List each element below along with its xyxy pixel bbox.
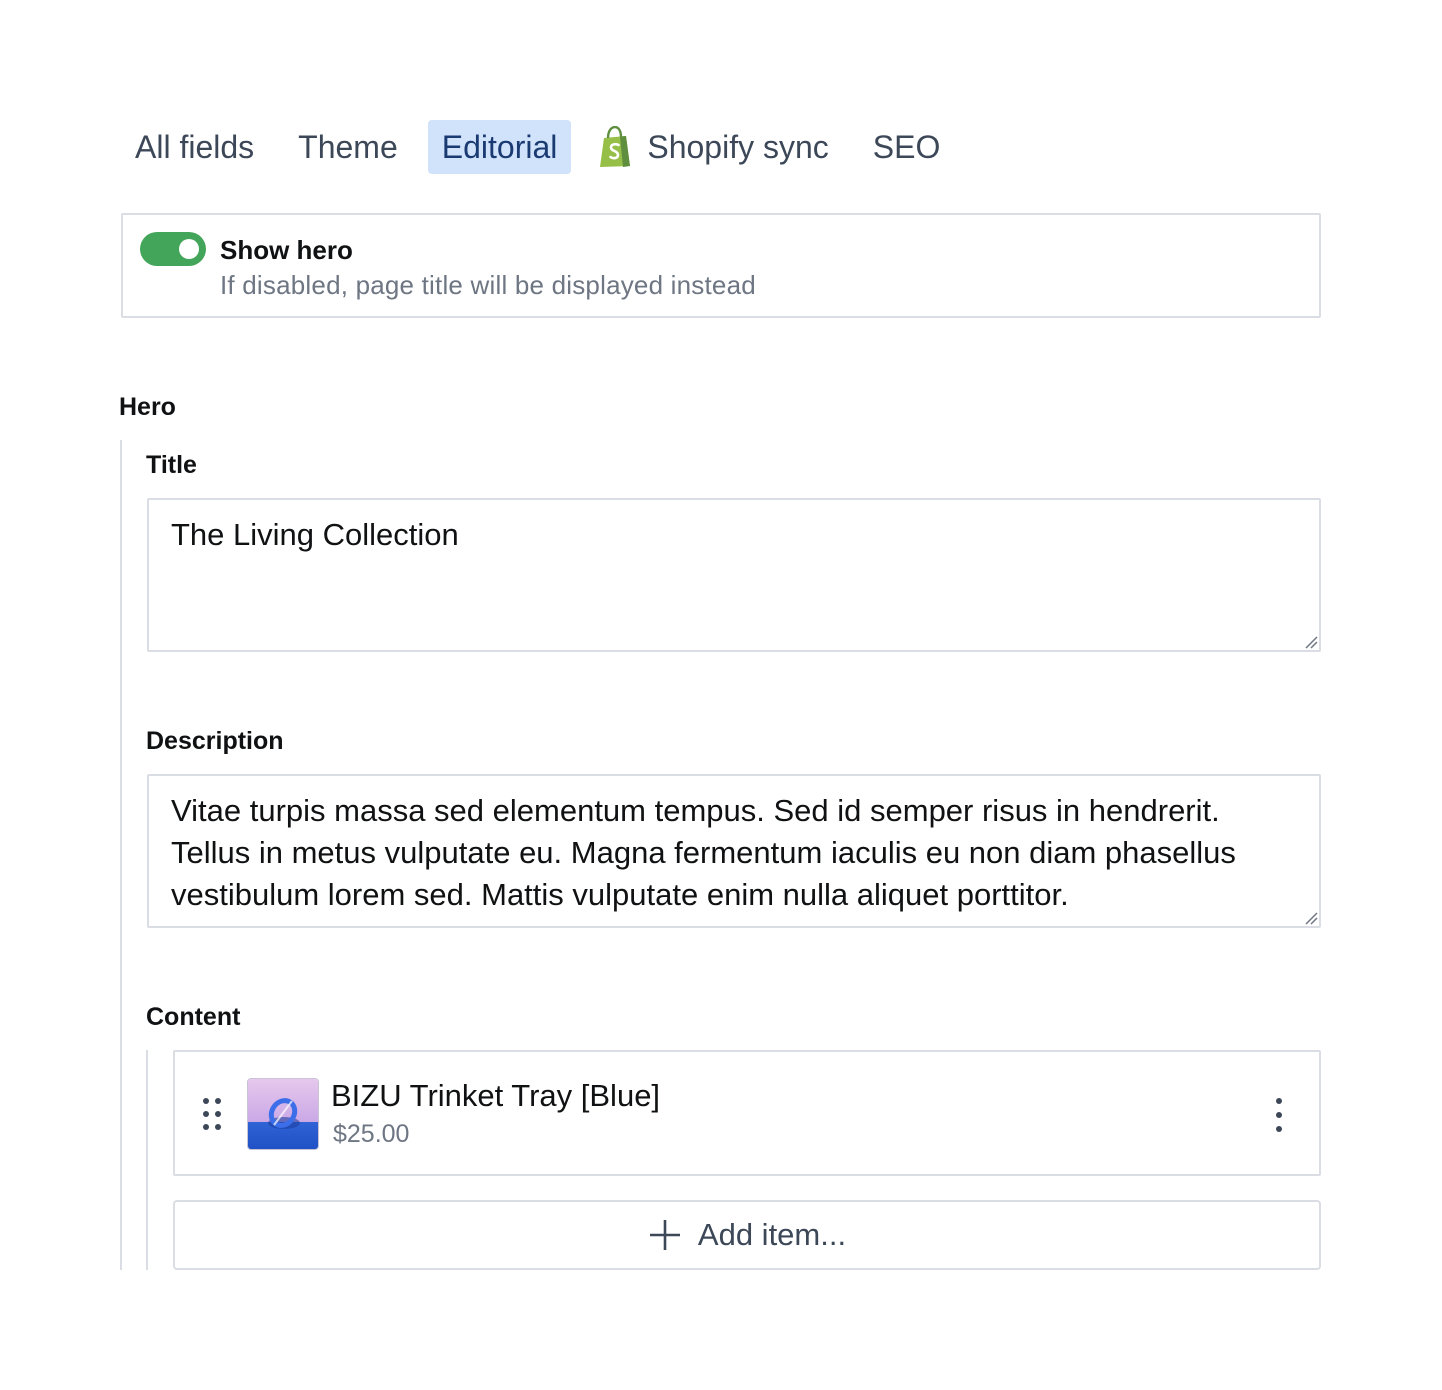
title-label: Title [146,451,197,479]
description-label: Description [146,727,284,755]
description-textarea[interactable]: Vitae turpis massa sed elementum tempus.… [147,774,1321,928]
product-thumbnail [247,1078,319,1150]
more-options-icon[interactable] [1269,1096,1289,1134]
drag-handle-icon[interactable] [201,1096,223,1132]
tab-bar: All fields Theme Editorial Shopify sync … [121,120,970,174]
tab-label: All fields [135,128,255,165]
tab-label: Editorial [441,128,558,165]
item-price: $25.00 [333,1120,410,1148]
tab-label: Theme [298,128,398,165]
description-value: Vitae turpis massa sed elementum tempus.… [171,793,1236,912]
add-item-button[interactable]: Add item... [173,1200,1321,1270]
toggle-knob [179,239,199,259]
tab-all-fields[interactable]: All fields [121,120,268,174]
tab-label: Shopify sync [647,128,829,165]
item-title: BIZU Trinket Tray [Blue] [331,1078,661,1113]
show-hero-description: If disabled, page title will be displaye… [220,270,756,300]
hero-section-label: Hero [119,393,176,421]
resize-grip-icon[interactable] [1304,635,1318,649]
shopify-bag-icon [597,126,633,168]
content-label: Content [146,1003,241,1031]
tab-label: SEO [872,128,941,165]
content-item[interactable]: BIZU Trinket Tray [Blue] $25.00 [173,1050,1321,1176]
hero-section-rail [120,440,122,1270]
content-array-rail [146,1050,148,1270]
tab-seo[interactable]: SEO [859,120,955,174]
tab-editorial[interactable]: Editorial [427,120,572,174]
add-item-label: Add item... [697,1217,847,1252]
tab-theme[interactable]: Theme [284,120,412,174]
show-hero-card: Show hero If disabled, page title will b… [121,213,1321,318]
title-textarea[interactable]: The Living Collection [147,498,1321,652]
plus-icon [649,1220,680,1250]
show-hero-label: Show hero [220,235,353,265]
resize-grip-icon[interactable] [1304,911,1318,925]
tab-shopify-sync[interactable]: Shopify sync [587,120,842,174]
title-value: The Living Collection [171,517,459,552]
show-hero-toggle[interactable] [140,232,206,266]
